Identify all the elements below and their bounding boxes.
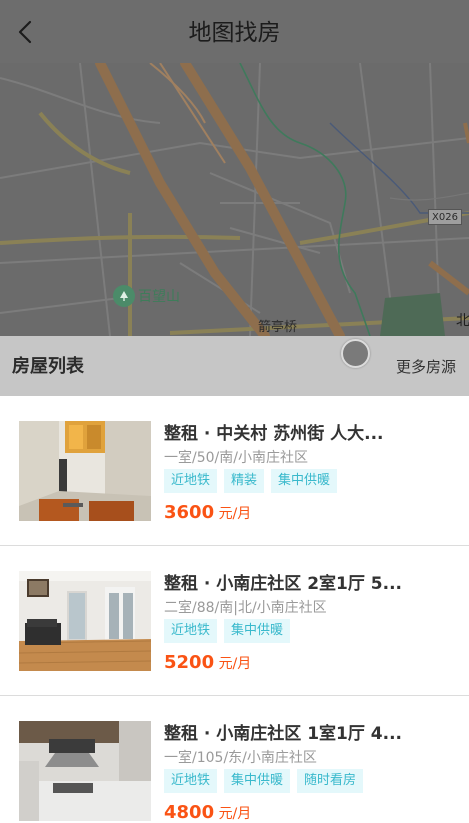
top-nav-bar: 地图找房 (0, 0, 469, 63)
price-value: 5200 (164, 652, 215, 673)
house-tag: 近地铁 (164, 469, 218, 493)
price-unit: 元/月 (218, 656, 252, 672)
house-price: 3600 元/月 (164, 502, 251, 523)
house-title: 整租 · 中关村 苏州街 人大... (164, 424, 384, 444)
house-list: 整租 · 中关村 苏州街 人大... 一室/50/南/小南庄社区 近地铁 精装 … (0, 396, 469, 823)
house-price: 5200 元/月 (164, 652, 251, 673)
house-list-title: 房屋列表 (12, 356, 84, 377)
house-tag: 精装 (224, 469, 265, 493)
page-title: 地图找房 (188, 20, 281, 46)
house-price: 4800 元/月 (164, 802, 251, 823)
house-tag: 近地铁 (164, 619, 218, 643)
map-roads (0, 63, 469, 336)
price-value: 4800 (164, 802, 215, 823)
house-tag: 随时看房 (297, 769, 364, 793)
map-view[interactable]: X026 箭亭桥 北 (0, 63, 469, 336)
park-icon (113, 285, 135, 307)
house-description: 一室/105/东/小南庄社区 (164, 750, 317, 766)
house-tag: 集中供暖 (271, 469, 338, 493)
house-list-item[interactable]: 整租 · 小南庄社区 1室1厅 4... 一室/105/东/小南庄社区 近地铁 … (0, 696, 469, 823)
more-houses-link[interactable]: 更多房源 (396, 336, 456, 398)
price-unit: 元/月 (218, 506, 252, 522)
house-title: 整租 · 小南庄社区 2室1厅 5... (164, 574, 402, 594)
house-tag: 近地铁 (164, 769, 218, 793)
house-thumbnail (19, 421, 151, 521)
house-list-item[interactable]: 整租 · 小南庄社区 2室1厅 5... 二室/88/南|北/小南庄社区 近地铁… (0, 546, 469, 696)
house-tags: 近地铁 精装 集中供暖 (164, 469, 344, 493)
price-unit: 元/月 (218, 806, 252, 822)
house-description: 二室/88/南|北/小南庄社区 (164, 600, 327, 616)
house-tags: 近地铁 集中供暖 (164, 619, 297, 643)
poi-label: 百望山 (138, 289, 180, 305)
price-value: 3600 (164, 502, 215, 523)
map-edge-label: 北 (456, 313, 469, 329)
poi-marker[interactable]: 百望山 (113, 285, 180, 307)
house-list-item[interactable]: 整租 · 中关村 苏州街 人大... 一室/50/南/小南庄社区 近地铁 精装 … (0, 396, 469, 546)
house-title: 整租 · 小南庄社区 1室1厅 4... (164, 724, 402, 744)
bridge-label: 箭亭桥 (258, 320, 298, 335)
house-tag: 集中供暖 (224, 769, 291, 793)
house-description: 一室/50/南/小南庄社区 (164, 450, 308, 466)
house-tag: 集中供暖 (224, 619, 291, 643)
house-thumbnail (19, 721, 151, 821)
house-tags: 近地铁 集中供暖 随时看房 (164, 769, 370, 793)
drag-handle[interactable] (341, 339, 370, 368)
map-find-house-screen: 地图找房 X026 箭亭桥 北 百望山 房屋列表 更多房源 整租 · 中关村 苏… (0, 0, 469, 823)
house-list-header: 房屋列表 更多房源 (0, 336, 469, 396)
road-code-label: X026 (428, 209, 462, 225)
house-thumbnail (19, 571, 151, 671)
